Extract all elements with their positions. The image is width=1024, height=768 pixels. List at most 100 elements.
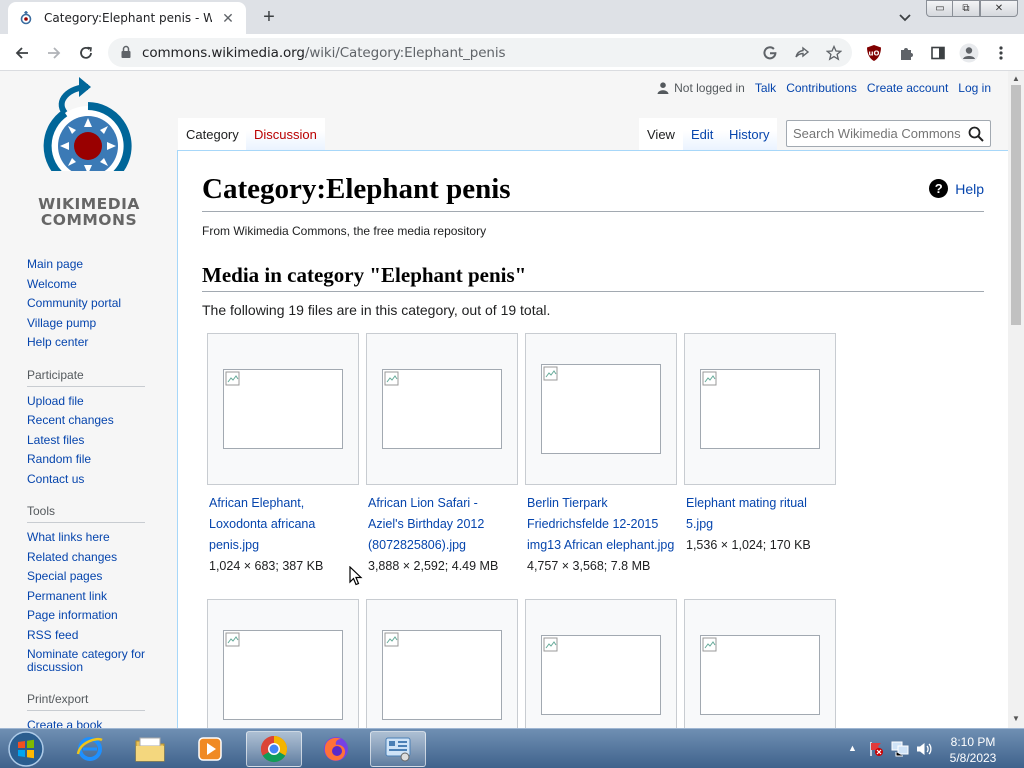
taskbar-firefox[interactable] <box>308 731 364 767</box>
talk-link[interactable]: Talk <box>755 81 776 95</box>
web-page: WIKIMEDIA COMMONS Main page Welcome Comm… <box>0 71 1008 728</box>
sidebar-item-contact-us[interactable]: Contact us <box>27 470 167 490</box>
window-close-button[interactable]: ✕ <box>980 0 1018 17</box>
url-text[interactable]: commons.wikimedia.org/wiki/Category:Elep… <box>142 45 506 61</box>
back-arrow-icon[interactable] <box>11 42 33 64</box>
file-meta: 1,024 × 683; 387 KB <box>209 559 324 573</box>
gallery-item: African Lion Safari - Aziel's Birthday 2… <box>366 333 518 577</box>
sidebar-item-recent-changes[interactable]: Recent changes <box>27 411 167 431</box>
browser-tab[interactable]: Category:Elephant penis - Wikimedia Comm… <box>8 2 246 34</box>
help-link[interactable]: ? Help <box>929 179 984 198</box>
tab-view[interactable]: View <box>639 118 683 150</box>
lock-icon[interactable] <box>120 45 132 64</box>
sidebar-item-welcome[interactable]: Welcome <box>27 275 167 295</box>
file-name-link[interactable]: Elephant mating ritual 5.jpg <box>684 493 834 535</box>
scroll-up-arrow-icon[interactable]: ▲ <box>1012 74 1020 83</box>
menu-kebab-icon[interactable] <box>990 42 1012 64</box>
start-button[interactable] <box>6 730 46 768</box>
sidebar-item-related-changes[interactable]: Related changes <box>27 548 167 568</box>
browser-toolbar: commons.wikimedia.org/wiki/Category:Elep… <box>0 34 1024 71</box>
gallery-item: Berlin Tierpark Friedrichsfelde 12-2015 … <box>525 333 677 577</box>
address-bar[interactable]: commons.wikimedia.org/wiki/Category:Elep… <box>108 38 852 67</box>
file-name-link[interactable]: African Lion Safari - Aziel's Birthday 2… <box>366 493 516 556</box>
broken-image-icon <box>384 632 400 648</box>
clock-date: 5/8/2023 <box>949 751 997 765</box>
sidebar-item-main-page[interactable]: Main page <box>27 255 167 275</box>
sidebar-item-random-file[interactable]: Random file <box>27 450 167 470</box>
thumbnail-image[interactable] <box>382 369 502 449</box>
show-hidden-icons-chevron-icon[interactable]: ▲ <box>848 743 857 753</box>
taskbar-file-explorer[interactable] <box>122 731 178 767</box>
thumbnail-image[interactable] <box>223 369 343 449</box>
thumbnail-frame[interactable] <box>207 599 359 728</box>
network-icon[interactable] <box>891 741 909 757</box>
tab-edit[interactable]: Edit <box>683 118 722 150</box>
personal-tools: Not logged in Talk Contributions Create … <box>657 81 991 95</box>
extensions-puzzle-icon[interactable] <box>895 42 917 64</box>
tab-history-label: History <box>729 126 770 142</box>
scroll-down-arrow-icon[interactable]: ▼ <box>1012 714 1020 723</box>
reload-icon[interactable] <box>75 42 97 64</box>
side-panel-icon[interactable] <box>927 42 949 64</box>
chrome-icon <box>260 735 288 763</box>
system-clock[interactable]: 8:10 PM 5/8/2023 <box>928 734 1018 766</box>
tab-discussion[interactable]: Discussion <box>246 118 325 150</box>
tab-search-chevron-down-icon[interactable] <box>896 8 914 26</box>
scrollbar-thumb[interactable] <box>1011 85 1021 325</box>
taskbar-control-panel[interactable] <box>370 731 426 767</box>
profile-avatar-icon[interactable] <box>958 42 980 64</box>
sidebar-item-permanent-link[interactable]: Permanent link <box>27 587 167 607</box>
tab-view-label: View <box>647 126 675 142</box>
close-icon: ✕ <box>994 3 1004 14</box>
sidebar-item-help-center[interactable]: Help center <box>27 333 167 353</box>
tab-close-icon[interactable]: ✕ <box>220 10 236 27</box>
taskbar-chrome[interactable] <box>246 731 302 767</box>
page-scrollbar[interactable]: ▲ ▼ <box>1008 71 1024 728</box>
search-icon[interactable] <box>968 126 984 147</box>
log-in-link[interactable]: Log in <box>958 81 991 95</box>
sidebar-item-latest-files[interactable]: Latest files <box>27 431 167 451</box>
thumbnail-frame[interactable] <box>525 333 677 485</box>
sidebar-item-what-links-here[interactable]: What links here <box>27 528 167 548</box>
thumbnail-image[interactable] <box>223 630 343 720</box>
taskbar-internet-explorer[interactable] <box>62 731 118 767</box>
thumbnail-image[interactable] <box>541 635 661 715</box>
thumbnail-frame[interactable] <box>684 599 836 728</box>
new-tab-plus-icon[interactable]: + <box>258 6 280 29</box>
contributions-link[interactable]: Contributions <box>786 81 857 95</box>
sidebar-item-upload-file[interactable]: Upload file <box>27 392 167 412</box>
search-input[interactable] <box>793 126 965 141</box>
thumbnail-image[interactable] <box>541 364 661 454</box>
taskbar-media-player[interactable] <box>182 731 238 767</box>
ublock-origin-icon[interactable]: uO <box>863 42 885 64</box>
window-minimize-button[interactable]: ▭ <box>926 0 954 17</box>
sidebar-item-village-pump[interactable]: Village pump <box>27 314 167 334</box>
tab-history[interactable]: History <box>721 118 778 150</box>
sidebar-item-nominate-category[interactable]: Nominate category for discussion <box>27 645 167 677</box>
not-logged-in-status: Not logged in <box>657 81 745 95</box>
thumbnail-image[interactable] <box>700 369 820 449</box>
sidebar-item-page-information[interactable]: Page information <box>27 606 167 626</box>
create-account-link[interactable]: Create account <box>867 81 948 95</box>
thumbnail-image[interactable] <box>700 635 820 715</box>
sidebar-item-rss-feed[interactable]: RSS feed <box>27 626 167 646</box>
bookmark-star-icon[interactable] <box>824 43 844 63</box>
thumbnail-frame[interactable] <box>525 599 677 728</box>
file-name-link[interactable]: Berlin Tierpark Friedrichsfelde 12-2015 … <box>525 493 675 556</box>
sidebar-item-create-book[interactable]: Create a book <box>27 716 167 728</box>
forward-arrow-icon[interactable] <box>43 42 65 64</box>
thumbnail-frame[interactable] <box>684 333 836 485</box>
thumbnail-frame[interactable] <box>366 599 518 728</box>
google-translate-icon[interactable] <box>760 43 780 63</box>
wikimedia-commons-logo[interactable]: WIKIMEDIA COMMONS <box>28 75 150 235</box>
share-icon[interactable] <box>792 43 812 63</box>
sidebar-item-community-portal[interactable]: Community portal <box>27 294 167 314</box>
thumbnail-image[interactable] <box>382 630 502 720</box>
thumbnail-frame[interactable] <box>366 333 518 485</box>
action-center-flag-icon[interactable] <box>868 741 884 757</box>
file-name-link[interactable]: African Elephant, Loxodonta africana pen… <box>207 493 357 556</box>
sidebar-item-special-pages[interactable]: Special pages <box>27 567 167 587</box>
window-maximize-button[interactable]: ⧉ <box>952 0 980 17</box>
tab-category[interactable]: Category <box>178 118 247 150</box>
thumbnail-frame[interactable] <box>207 333 359 485</box>
